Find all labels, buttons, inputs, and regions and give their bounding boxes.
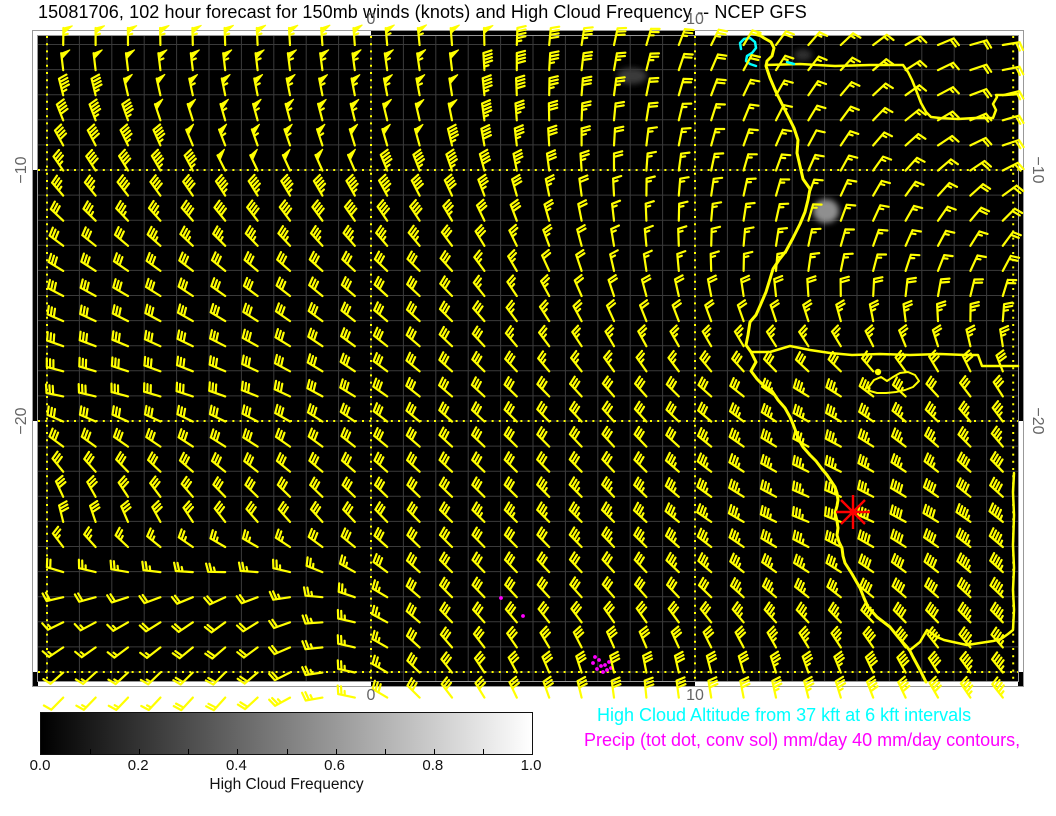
colorbar-tick-label: 0.4: [214, 757, 258, 774]
site-marker-star: [836, 495, 870, 529]
colorbar-caption: High Cloud Frequency: [40, 776, 533, 794]
lat-tick-left-neg10: −10: [13, 145, 31, 195]
colorbar-minor-tick: [139, 749, 140, 754]
colorbar-tick-label: 0.6: [313, 757, 357, 774]
colorbar-minor-tick: [336, 749, 337, 754]
colorbar-tick-label: 0.0: [18, 757, 62, 774]
legend-cloud-altitude: High Cloud Altitude from 37 kft at 6 kft…: [597, 705, 971, 726]
colorbar-tick-label: 1.0: [509, 757, 553, 774]
colorbar-minor-tick: [434, 749, 435, 754]
etosha-dot: [875, 369, 881, 375]
legend-precip: Precip (tot dot, conv sol) mm/day 40 mm/…: [584, 730, 1020, 751]
wind-barb-map: [0, 0, 1056, 816]
lon-tick-bottom-0: 0: [349, 687, 393, 705]
lon-tick-top-10: 10: [673, 11, 717, 29]
colorbar-tick-label: 0.8: [411, 757, 455, 774]
lon-tick-bottom-10: 10: [673, 687, 717, 705]
lat-tick-left-neg20: −20: [13, 396, 31, 446]
lon-tick-top-0: 0: [349, 11, 393, 29]
lat-tick-right-neg10: −10: [1028, 145, 1046, 195]
colorbar-minor-tick: [90, 749, 91, 754]
lat-tick-right-neg20: −20: [1028, 396, 1046, 446]
colorbar-gradient: [40, 712, 533, 755]
weather-forecast-chart-page: 15081706, 102 hour forecast for 150mb wi…: [0, 0, 1056, 816]
colorbar-minor-tick: [188, 749, 189, 754]
colorbar-minor-tick: [237, 749, 238, 754]
colorbar-minor-tick: [287, 749, 288, 754]
colorbar-minor-tick: [483, 749, 484, 754]
colorbar-tick-label: 0.2: [116, 757, 160, 774]
colorbar-minor-tick: [385, 749, 386, 754]
